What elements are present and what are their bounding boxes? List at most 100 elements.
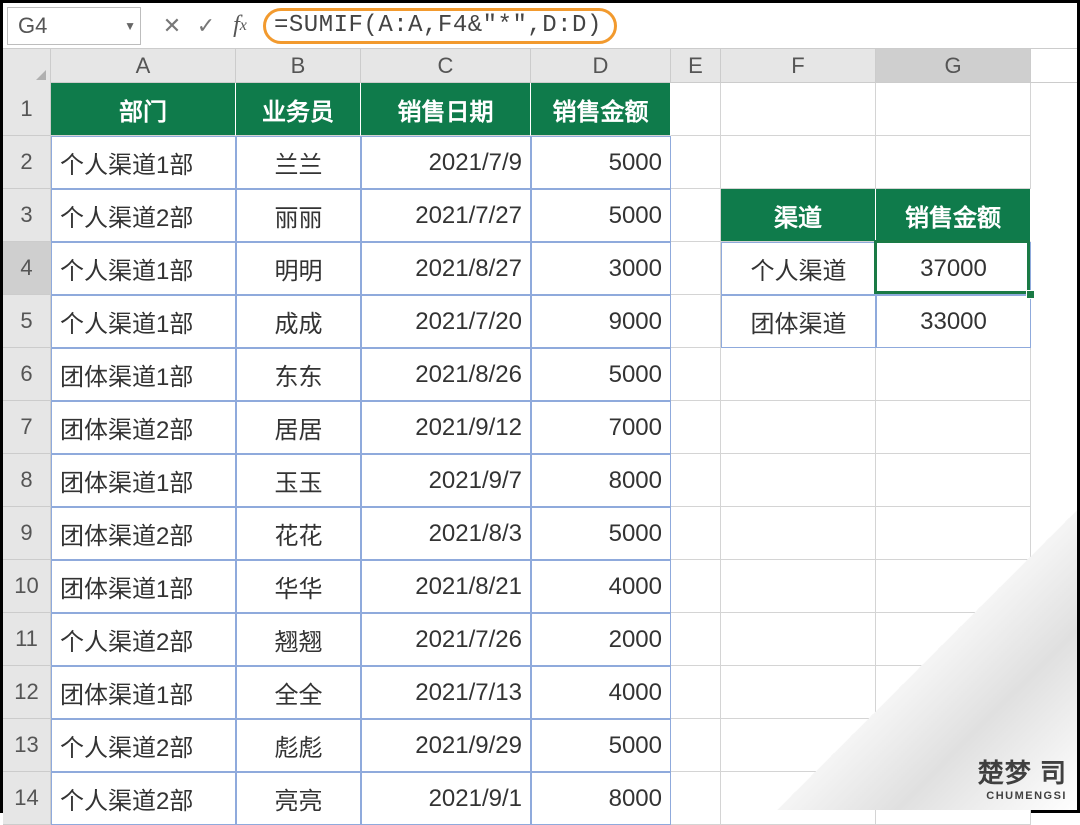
row-header-2[interactable]: 2	[3, 136, 51, 189]
row-header-10[interactable]: 10	[3, 560, 51, 613]
cell-A1[interactable]: 部门	[51, 83, 236, 136]
cell-B13[interactable]: 彪彪	[236, 719, 361, 772]
cell-G3[interactable]: 销售金额	[876, 189, 1031, 242]
row-header-4[interactable]: 4	[3, 242, 51, 295]
column-header-B[interactable]: B	[236, 49, 361, 82]
cancel-icon[interactable]: ✕	[155, 7, 189, 45]
cell-B11[interactable]: 翘翘	[236, 613, 361, 666]
cell-A13[interactable]: 个人渠道2部	[51, 719, 236, 772]
cell-E7[interactable]	[671, 401, 721, 454]
cell-A7[interactable]: 团体渠道2部	[51, 401, 236, 454]
cell-C2[interactable]: 2021/7/9	[361, 136, 531, 189]
column-header-A[interactable]: A	[51, 49, 236, 82]
cell-D1[interactable]: 销售金额	[531, 83, 671, 136]
fill-handle[interactable]	[1026, 290, 1035, 299]
cell-B4[interactable]: 明明	[236, 242, 361, 295]
cell-D5[interactable]: 9000	[531, 295, 671, 348]
cell-C12[interactable]: 2021/7/13	[361, 666, 531, 719]
cell-B1[interactable]: 业务员	[236, 83, 361, 136]
cell-G6[interactable]	[876, 348, 1031, 401]
cell-G13[interactable]	[876, 719, 1031, 772]
cell-F5[interactable]: 团体渠道	[721, 295, 876, 348]
cell-D13[interactable]: 5000	[531, 719, 671, 772]
cell-B3[interactable]: 丽丽	[236, 189, 361, 242]
cell-E4[interactable]	[671, 242, 721, 295]
cell-E13[interactable]	[671, 719, 721, 772]
cell-A3[interactable]: 个人渠道2部	[51, 189, 236, 242]
cell-B10[interactable]: 华华	[236, 560, 361, 613]
cell-E1[interactable]	[671, 83, 721, 136]
chevron-down-icon[interactable]: ▼	[124, 19, 136, 33]
name-box[interactable]: G4 ▼	[7, 7, 141, 45]
cell-F9[interactable]	[721, 507, 876, 560]
row-header-1[interactable]: 1	[3, 83, 51, 136]
cell-B6[interactable]: 东东	[236, 348, 361, 401]
cell-D4[interactable]: 3000	[531, 242, 671, 295]
column-header-G[interactable]: G	[876, 49, 1031, 82]
enter-icon[interactable]: ✓	[189, 7, 223, 45]
cell-G14[interactable]	[876, 772, 1031, 825]
cell-E12[interactable]	[671, 666, 721, 719]
cell-E9[interactable]	[671, 507, 721, 560]
cell-G12[interactable]	[876, 666, 1031, 719]
cell-G10[interactable]	[876, 560, 1031, 613]
cell-B9[interactable]: 花花	[236, 507, 361, 560]
cell-C1[interactable]: 销售日期	[361, 83, 531, 136]
cell-F7[interactable]	[721, 401, 876, 454]
cell-G4[interactable]: 37000	[876, 242, 1031, 295]
cell-E3[interactable]	[671, 189, 721, 242]
cell-D9[interactable]: 5000	[531, 507, 671, 560]
column-header-D[interactable]: D	[531, 49, 671, 82]
cell-D7[interactable]: 7000	[531, 401, 671, 454]
cell-E2[interactable]	[671, 136, 721, 189]
row-header-13[interactable]: 13	[3, 719, 51, 772]
cell-A8[interactable]: 团体渠道1部	[51, 454, 236, 507]
cell-A12[interactable]: 团体渠道1部	[51, 666, 236, 719]
cell-A14[interactable]: 个人渠道2部	[51, 772, 236, 825]
cell-C6[interactable]: 2021/8/26	[361, 348, 531, 401]
cell-C10[interactable]: 2021/8/21	[361, 560, 531, 613]
cell-E11[interactable]	[671, 613, 721, 666]
row-header-5[interactable]: 5	[3, 295, 51, 348]
cell-F2[interactable]	[721, 136, 876, 189]
cell-F4[interactable]: 个人渠道	[721, 242, 876, 295]
cell-B2[interactable]: 兰兰	[236, 136, 361, 189]
column-header-E[interactable]: E	[671, 49, 721, 82]
cell-C14[interactable]: 2021/9/1	[361, 772, 531, 825]
cell-B5[interactable]: 成成	[236, 295, 361, 348]
cell-B7[interactable]: 居居	[236, 401, 361, 454]
cell-F13[interactable]	[721, 719, 876, 772]
cell-A9[interactable]: 团体渠道2部	[51, 507, 236, 560]
cell-E6[interactable]	[671, 348, 721, 401]
column-header-C[interactable]: C	[361, 49, 531, 82]
cell-C9[interactable]: 2021/8/3	[361, 507, 531, 560]
formula-input[interactable]: =SUMIF(A:A,F4&"*",D:D)	[257, 5, 1073, 46]
cell-C11[interactable]: 2021/7/26	[361, 613, 531, 666]
cell-F12[interactable]	[721, 666, 876, 719]
row-header-7[interactable]: 7	[3, 401, 51, 454]
column-header-F[interactable]: F	[721, 49, 876, 82]
cell-C3[interactable]: 2021/7/27	[361, 189, 531, 242]
cell-A10[interactable]: 团体渠道1部	[51, 560, 236, 613]
row-header-11[interactable]: 11	[3, 613, 51, 666]
cell-D11[interactable]: 2000	[531, 613, 671, 666]
cell-G1[interactable]	[876, 83, 1031, 136]
cell-D12[interactable]: 4000	[531, 666, 671, 719]
cell-A2[interactable]: 个人渠道1部	[51, 136, 236, 189]
cell-D3[interactable]: 5000	[531, 189, 671, 242]
cell-E5[interactable]	[671, 295, 721, 348]
cell-D10[interactable]: 4000	[531, 560, 671, 613]
row-header-14[interactable]: 14	[3, 772, 51, 825]
fx-icon[interactable]: fx	[223, 7, 257, 45]
cell-F11[interactable]	[721, 613, 876, 666]
cell-G11[interactable]	[876, 613, 1031, 666]
cell-C4[interactable]: 2021/8/27	[361, 242, 531, 295]
cell-A11[interactable]: 个人渠道2部	[51, 613, 236, 666]
row-header-12[interactable]: 12	[3, 666, 51, 719]
cell-E14[interactable]	[671, 772, 721, 825]
cell-B14[interactable]: 亮亮	[236, 772, 361, 825]
cell-D14[interactable]: 8000	[531, 772, 671, 825]
cell-G5[interactable]: 33000	[876, 295, 1031, 348]
cell-D8[interactable]: 8000	[531, 454, 671, 507]
select-all-corner[interactable]	[3, 49, 51, 83]
